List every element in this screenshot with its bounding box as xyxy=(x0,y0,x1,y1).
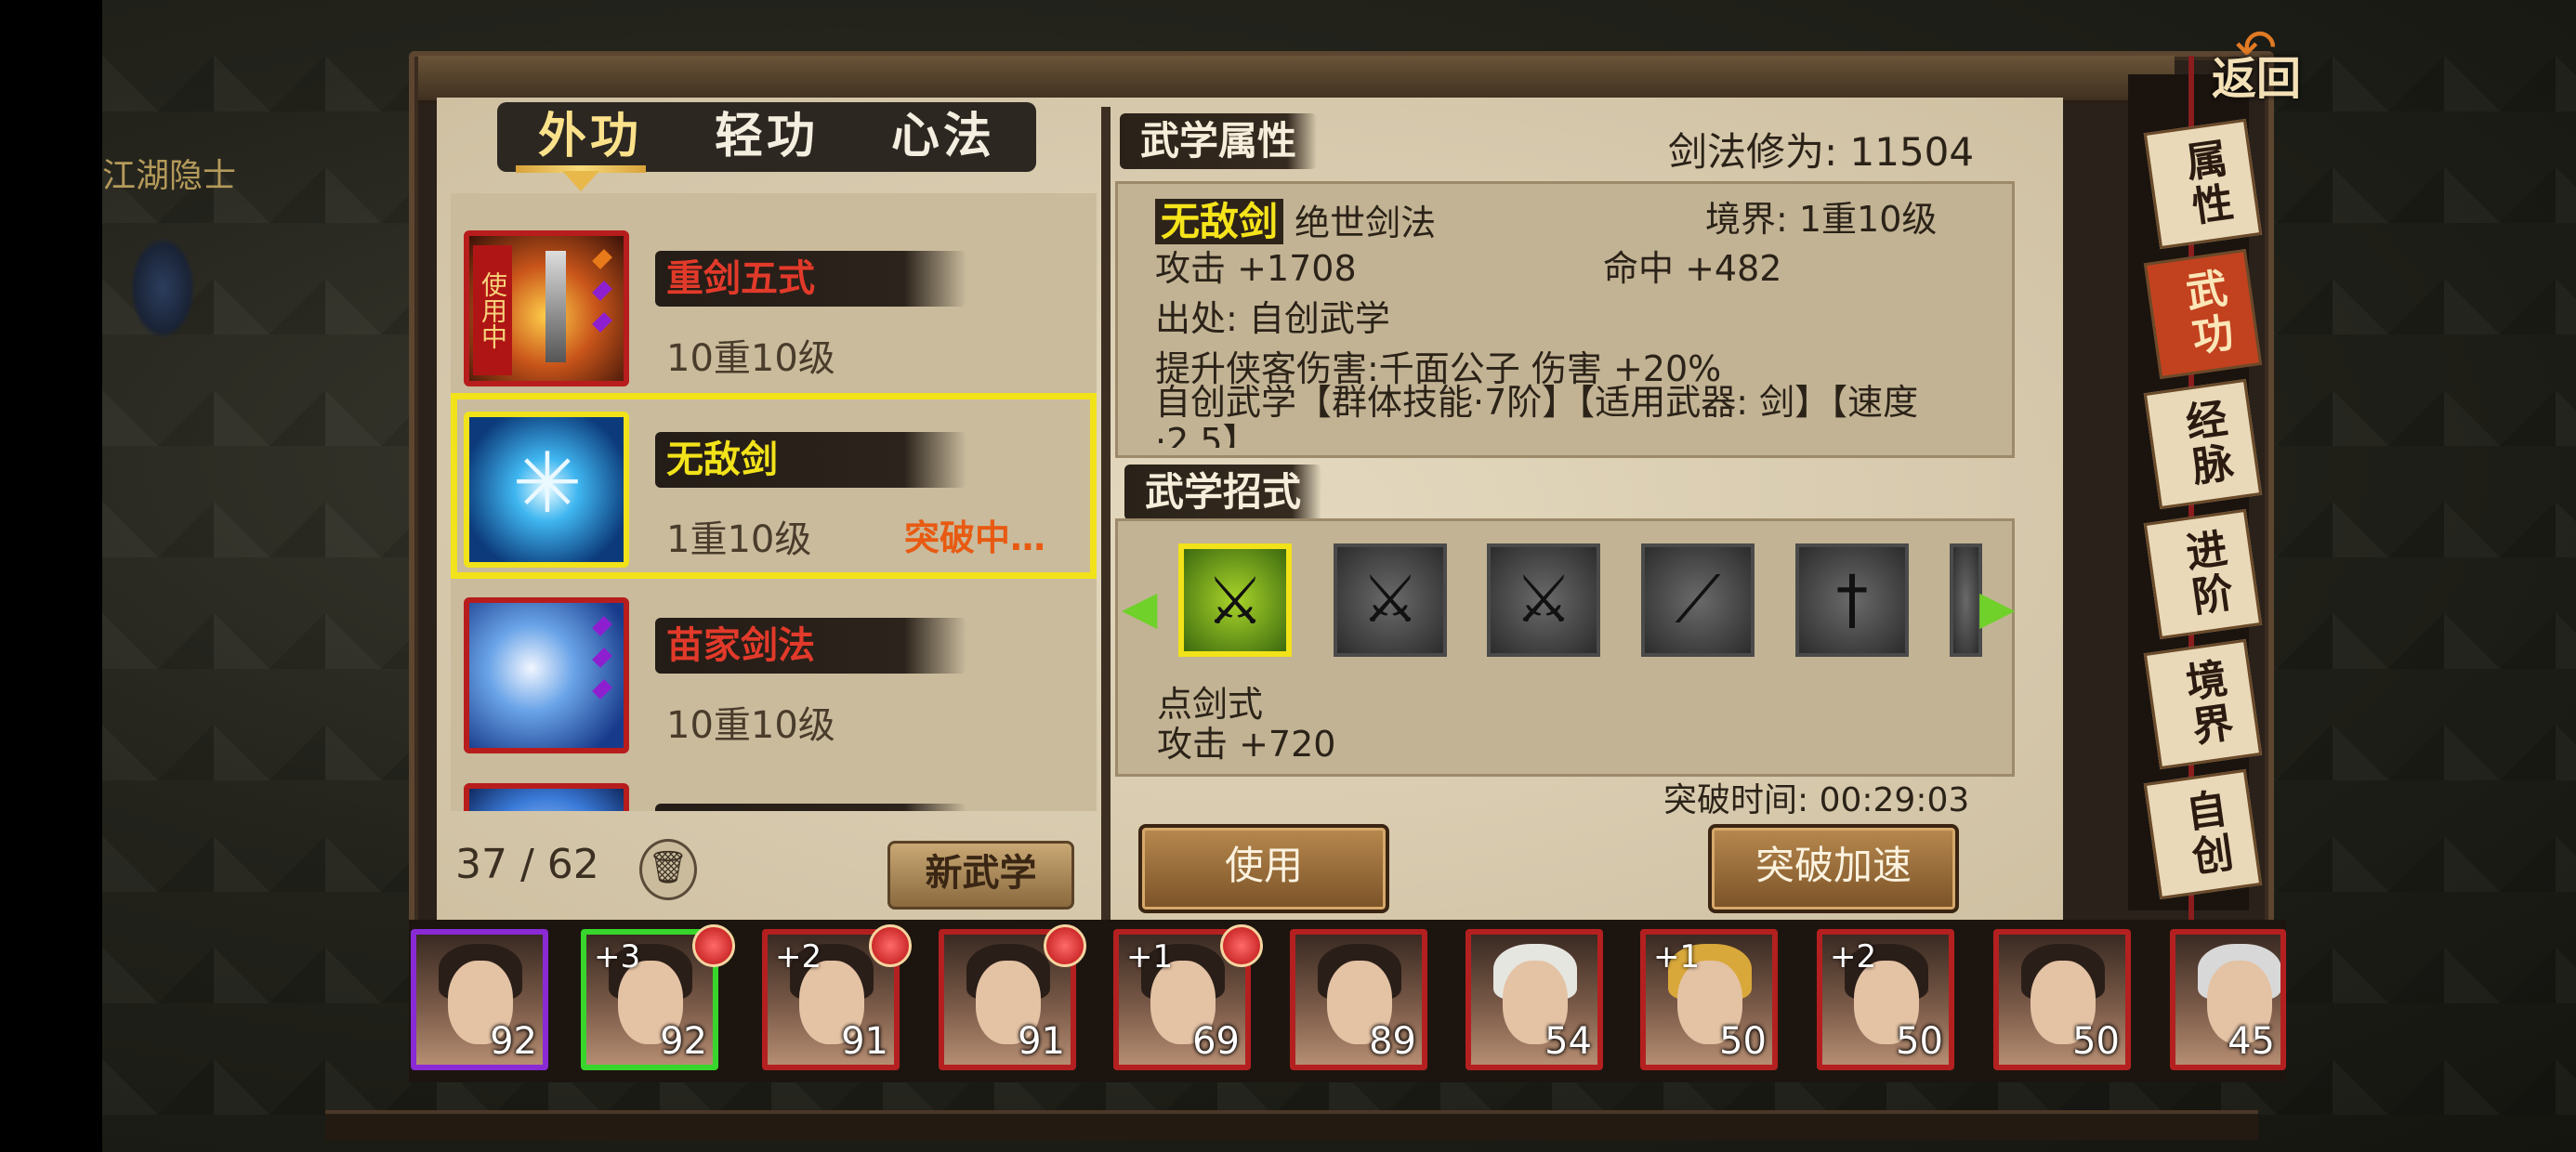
hero-plus: +2 xyxy=(775,938,822,975)
new-skill-button[interactable]: 新武学 xyxy=(887,841,1074,910)
gem-icon xyxy=(592,616,612,636)
hero-plus: +2 xyxy=(1830,938,1877,975)
skill-type-tabs: 外功 轻功 心法 xyxy=(497,102,1036,172)
active-tab-caret-icon xyxy=(562,171,599,191)
list-item-partial[interactable] xyxy=(451,765,1097,811)
gem-icon xyxy=(592,679,612,700)
menu-meridians[interactable]: 经脉 xyxy=(2143,378,2263,510)
sickle-sword-icon[interactable]: ⚔ xyxy=(1487,543,1600,657)
hero-level: 45 xyxy=(2228,1020,2275,1063)
chevron-right-icon[interactable]: ▶ xyxy=(1979,581,2015,635)
list-item-selected[interactable]: ✳ 无敌剑 1重10级 突破中… xyxy=(451,393,1097,579)
npc-name-label: 江湖隐士 xyxy=(102,157,237,195)
skill-name-bar xyxy=(655,804,966,811)
hero-level: 54 xyxy=(1544,1020,1592,1063)
next-skill-icon xyxy=(464,783,629,811)
hero-portrait[interactable]: 92 xyxy=(411,929,548,1070)
cultivation-value: 剑法修为: 11504 xyxy=(1668,129,1975,175)
hero-portrait[interactable]: 50 xyxy=(1993,929,2131,1070)
hero-level: 50 xyxy=(1896,1020,1943,1063)
attack-stat: 攻击 +1708 xyxy=(1155,248,1357,289)
trash-icon[interactable]: 🗑 xyxy=(639,839,697,900)
menu-realm[interactable]: 境界 xyxy=(2143,638,2263,770)
miao-sword-skill-icon xyxy=(464,597,629,753)
alert-dot-icon xyxy=(1044,924,1086,967)
slash-icon[interactable]: ⟋ xyxy=(1641,543,1755,657)
tab-lightness[interactable]: 轻功 xyxy=(683,102,850,172)
list-item[interactable]: 苗家剑法 10重10级 xyxy=(451,579,1097,765)
invincible-sword-skill-icon: ✳ xyxy=(464,412,629,568)
hero-level: 91 xyxy=(1018,1020,1065,1063)
tab-inner[interactable]: 心法 xyxy=(860,102,1027,172)
use-button[interactable]: 使用 xyxy=(1138,824,1389,913)
alert-dot-icon xyxy=(692,924,735,967)
skill-name: 重剑五式 xyxy=(666,257,815,300)
in-use-badge: 使用中 xyxy=(473,245,512,375)
sickle-sword-icon[interactable]: ⚔ xyxy=(1178,543,1292,657)
list-item[interactable]: 使用中 重剑五式 10重10级 xyxy=(451,212,1097,398)
gem-icon xyxy=(592,648,612,668)
alert-dot-icon xyxy=(1220,924,1263,967)
back-button[interactable]: 返回 xyxy=(2212,42,2301,107)
hero-level: 92 xyxy=(660,1020,707,1063)
left-black-strip xyxy=(0,0,102,1152)
column-divider xyxy=(1101,107,1111,924)
sickle-sword-icon[interactable]: ⚔ xyxy=(1334,543,1447,657)
hero-level: 50 xyxy=(1719,1020,1767,1063)
moves-title: 武学招式 xyxy=(1124,465,1322,520)
hero-portrait[interactable]: 89 xyxy=(1290,929,1427,1070)
attributes-title: 武学属性 xyxy=(1120,113,1318,169)
menu-martial-arts[interactable]: 武功 xyxy=(2143,248,2263,380)
hero-plus: +3 xyxy=(594,938,641,975)
skill-grade: 绝世剑法 xyxy=(1295,203,1437,243)
sickle-sword-icon[interactable] xyxy=(1950,543,1982,657)
gem-icon xyxy=(592,281,612,301)
gem-icon xyxy=(592,312,612,333)
hero-plus: +1 xyxy=(1653,938,1701,975)
tab-external[interactable]: 外功 xyxy=(506,102,674,172)
skill-name: 无敌剑 xyxy=(666,439,778,481)
npc-sprite[interactable] xyxy=(130,237,195,339)
current-skill-name: 无敌剑 xyxy=(1155,199,1284,244)
menu-attributes[interactable]: 属性 xyxy=(2143,118,2263,250)
sword-icon xyxy=(545,251,566,362)
hero-portrait[interactable]: +1 50 xyxy=(1640,929,1778,1070)
skill-level: 1重10级 xyxy=(666,518,812,561)
skill-description: 自创武学【群体技能·7阶】【适用武器: 剑】【速度·2.5】 xyxy=(1155,383,1919,448)
chevron-left-icon[interactable]: ◀ xyxy=(1122,581,1157,635)
skill-list[interactable]: 使用中 重剑五式 10重10级 ✳ 无敌剑 1重10级 突破中… 苗家剑法 10… xyxy=(451,193,1097,811)
accelerate-breakthrough-button[interactable]: 突破加速 xyxy=(1708,824,1959,913)
hero-level: 89 xyxy=(1369,1020,1416,1063)
skill-count: 37 / 62 xyxy=(455,841,599,888)
move-effect: 攻击 +720 xyxy=(1157,724,1336,765)
skill-realm: 境界: 1重10级 xyxy=(1705,199,1938,240)
menu-advance[interactable]: 进阶 xyxy=(2143,508,2263,640)
gem-icon xyxy=(592,249,612,269)
hero-level: 69 xyxy=(1192,1020,1240,1063)
skill-level: 10重10级 xyxy=(666,337,835,380)
menu-self-create[interactable]: 自创 xyxy=(2143,768,2263,900)
hero-portrait[interactable]: 45 xyxy=(2170,929,2286,1070)
sword-icon[interactable]: † xyxy=(1795,543,1909,657)
breakthrough-status: 突破中… xyxy=(904,517,1046,558)
hero-level: 50 xyxy=(2072,1020,2120,1063)
breakthrough-timer: 突破时间: 00:29:03 xyxy=(1663,781,1970,819)
skill-name: 苗家剑法 xyxy=(666,624,815,667)
hero-portrait[interactable]: 54 xyxy=(1465,929,1603,1070)
alert-dot-icon xyxy=(869,924,912,967)
hit-stat: 命中 +482 xyxy=(1603,248,1782,289)
hero-level: 91 xyxy=(841,1020,888,1063)
hero-plus: +1 xyxy=(1126,938,1174,975)
hero-portrait[interactable]: +2 50 xyxy=(1817,929,1954,1070)
heavy-sword-skill-icon: 使用中 xyxy=(464,230,629,386)
bottom-frame-bar xyxy=(325,1110,2258,1140)
star-icon: ✳ xyxy=(512,435,583,532)
skill-level: 10重10级 xyxy=(666,704,835,747)
hero-level: 92 xyxy=(490,1020,537,1063)
skill-origin: 出处: 自创武学 xyxy=(1155,298,1390,339)
